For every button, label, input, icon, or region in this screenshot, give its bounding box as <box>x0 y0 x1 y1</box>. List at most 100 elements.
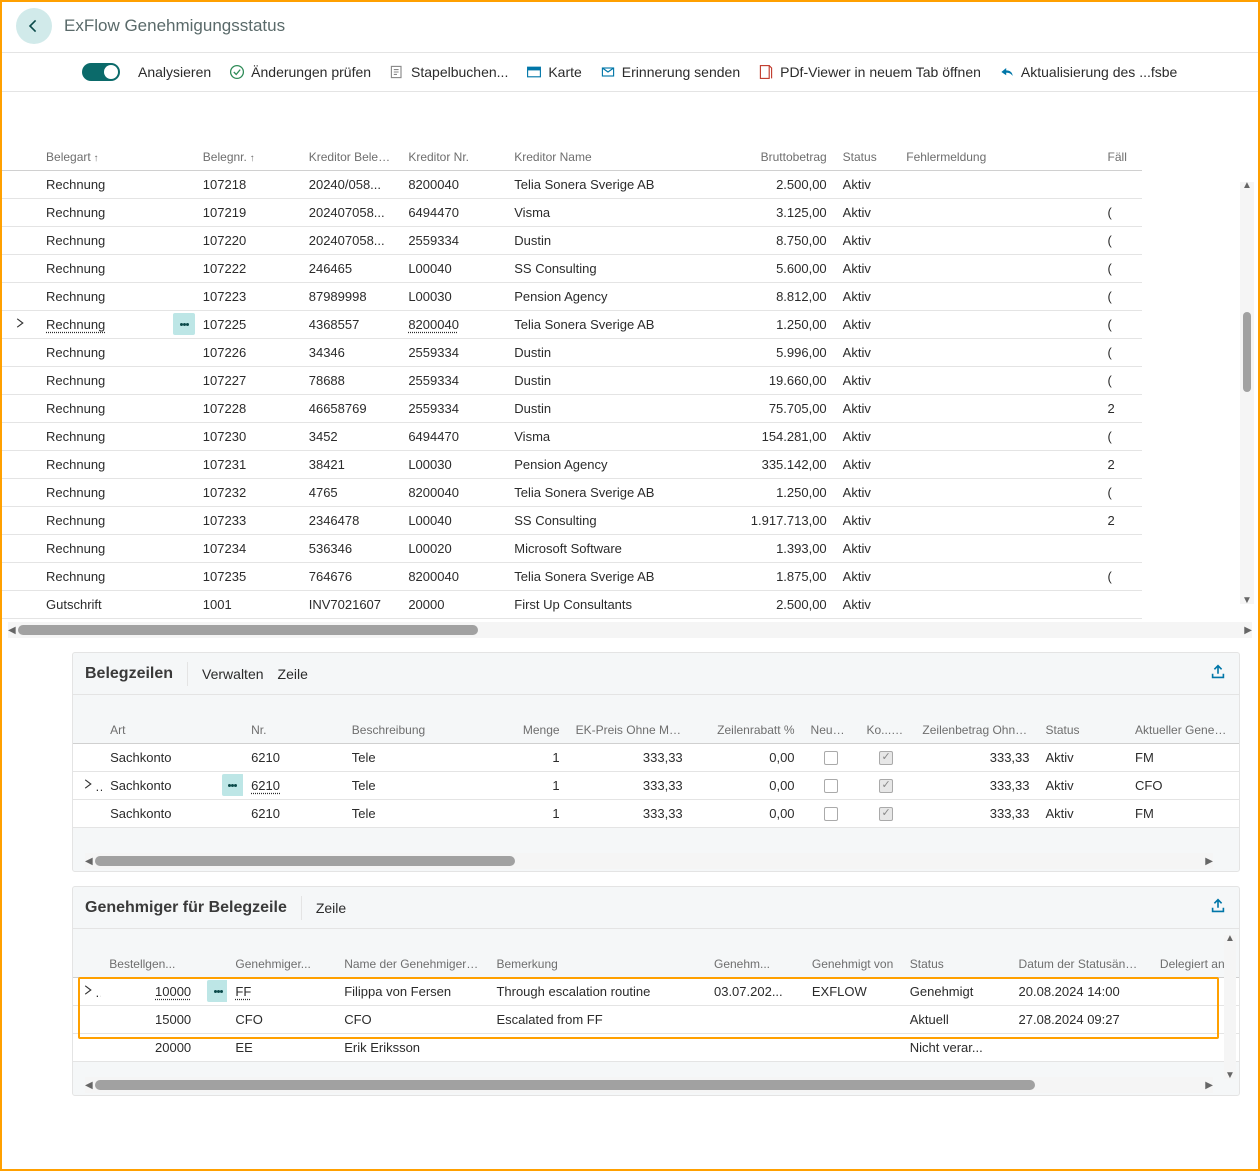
belegzeilen-table[interactable]: Art Nr. Beschreibung Menge EK-Preis Ohne… <box>73 695 1239 828</box>
col-status[interactable]: Status <box>835 122 899 170</box>
col-menge[interactable]: Menge <box>489 695 567 743</box>
table-row[interactable]: Rechnung107220202407058...2559334Dustin8… <box>2 226 1142 254</box>
cell-belegart[interactable]: Rechnung <box>46 401 105 416</box>
cell-code[interactable]: FF <box>235 984 251 999</box>
table-row[interactable]: 10000FFFilippa von FersenThrough escalat… <box>73 977 1239 1005</box>
col-bz-status[interactable]: Status <box>1038 695 1128 743</box>
main-scrollbar-vertical[interactable]: ▲ ▼ <box>1240 182 1254 604</box>
genehmiger-zeile[interactable]: Zeile <box>316 900 346 916</box>
table-row[interactable]: Rechnung10721820240/058...8200040Telia S… <box>2 170 1142 198</box>
cell-krednr[interactable]: 2559334 <box>408 233 459 248</box>
col-fehler[interactable]: Fehlermeldung <box>898 122 1099 170</box>
col-bestell[interactable]: Bestellgen... <box>101 929 199 977</box>
cell-krednr[interactable]: L00020 <box>408 541 451 556</box>
cell-belegart[interactable]: Rechnung <box>46 205 105 220</box>
table-row[interactable]: Sachkonto6210Tele1333,330,00333,33AktivF… <box>73 799 1239 827</box>
table-row[interactable]: Rechnung10723034526494470Visma154.281,00… <box>2 422 1142 450</box>
table-row[interactable]: Rechnung1072332346478L00040SS Consulting… <box>2 506 1142 534</box>
col-rabatt[interactable]: Zeilenrabatt % <box>691 695 803 743</box>
cell-krednr[interactable]: L00030 <box>408 289 451 304</box>
table-row[interactable]: Gutschrift1001INV702160720000First Up Co… <box>2 590 1142 618</box>
genehmiger-share[interactable] <box>1209 897 1227 918</box>
table-row[interactable]: Rechnung10723138421L00030Pension Agency3… <box>2 450 1142 478</box>
table-row[interactable]: Rechnung107219202407058...6494470Visma3.… <box>2 198 1142 226</box>
col-code[interactable]: Genehmiger... <box>227 929 336 977</box>
belegzeilen-share[interactable] <box>1209 663 1227 684</box>
table-row[interactable]: 20000EEErik ErikssonNicht verar... <box>73 1033 1239 1061</box>
col-neue[interactable]: Neue Zeile <box>803 695 859 743</box>
cell-krednr[interactable]: L00040 <box>408 513 451 528</box>
cell-krednr[interactable]: 6494470 <box>408 205 459 220</box>
table-row[interactable]: Rechnung107227786882559334Dustin19.660,0… <box>2 366 1142 394</box>
col-ekpreis[interactable]: EK-Preis Ohne MwSt. <box>568 695 691 743</box>
checkbox-neue-zeile[interactable] <box>824 751 838 765</box>
cell-nr[interactable]: 6210 <box>251 778 280 793</box>
analyze-toggle[interactable] <box>82 63 120 81</box>
belegzeilen-zeile[interactable]: Zeile <box>278 666 308 682</box>
documents-table[interactable]: Belegart Belegnr. Kreditor Belegnr. Kred… <box>2 122 1142 619</box>
genehmiger-table[interactable]: Bestellgen... Genehmiger... Name der Gen… <box>73 929 1239 1062</box>
cell-belegart[interactable]: Rechnung <box>46 457 105 472</box>
col-bemerkung[interactable]: Bemerkung <box>488 929 706 977</box>
scroll-thumb[interactable] <box>95 856 515 866</box>
main-scrollbar-horizontal[interactable]: ◀ ▶ <box>8 622 1252 638</box>
cell-belegart[interactable]: Rechnung <box>46 177 105 192</box>
table-row[interactable]: Rechnung107226343462559334Dustin5.996,00… <box>2 338 1142 366</box>
col-genehmiger[interactable]: Aktueller Genehmiger <box>1127 695 1239 743</box>
toolbar-pdf[interactable]: PDf-Viewer in neuem Tab öffnen <box>758 64 981 80</box>
toolbar-analysieren[interactable]: Analysieren <box>138 64 211 80</box>
table-row[interactable]: Sachkonto6210Tele1333,330,00333,33AktivF… <box>73 743 1239 771</box>
back-button[interactable] <box>16 8 52 44</box>
belegzeilen-verwalten[interactable]: Verwalten <box>202 666 263 682</box>
checkbox-neue-zeile[interactable] <box>824 779 838 793</box>
cell-code[interactable]: CFO <box>235 1012 262 1027</box>
col-belegnr[interactable]: Belegnr. <box>195 122 301 170</box>
genehmiger-scrollbar-v[interactable]: ▲ ▼ <box>1224 935 1236 1079</box>
cell-belegart[interactable]: Rechnung <box>46 513 105 528</box>
table-row[interactable]: Rechnung10723247658200040Telia Sonera Sv… <box>2 478 1142 506</box>
cell-belegart[interactable]: Rechnung <box>46 373 105 388</box>
cell-krednr[interactable]: 8200040 <box>408 485 459 500</box>
col-art[interactable]: Art <box>102 695 214 743</box>
table-row[interactable]: Rechnung10722387989998L00030Pension Agen… <box>2 282 1142 310</box>
cell-belegart[interactable]: Rechnung <box>46 569 105 584</box>
row-more-actions[interactable] <box>207 980 227 1002</box>
table-row[interactable]: Rechnung107222246465L00040SS Consulting5… <box>2 254 1142 282</box>
cell-krednr[interactable]: L00040 <box>408 261 451 276</box>
col-datum[interactable]: Datum der Statusänderung <box>1011 929 1152 977</box>
col-genehm[interactable]: Genehm... <box>706 929 804 977</box>
cell-krednr[interactable]: 20000 <box>408 597 444 612</box>
cell-belegart[interactable]: Rechnung <box>46 485 105 500</box>
toolbar-aenderungen[interactable]: Änderungen prüfen <box>229 64 371 80</box>
toolbar-stapel[interactable]: Stapelbuchen... <box>389 64 508 80</box>
col-beschreibung[interactable]: Beschreibung <box>344 695 489 743</box>
cell-belegart[interactable]: Rechnung <box>46 429 105 444</box>
col-fall[interactable]: Fäll <box>1100 122 1142 170</box>
cell-belegart[interactable]: Gutschrift <box>46 597 102 612</box>
toolbar-aktualisierung[interactable]: Aktualisierung des ...fsbe <box>999 64 1177 80</box>
col-genehmvon[interactable]: Genehmigt von <box>804 929 902 977</box>
col-belegart[interactable]: Belegart <box>38 122 165 170</box>
checkbox-neue-zeile[interactable] <box>824 807 838 821</box>
cell-krednr[interactable]: 8200040 <box>408 177 459 192</box>
col-krednr[interactable]: Kreditor Nr. <box>400 122 506 170</box>
cell-bestell[interactable]: 10000 <box>155 984 191 999</box>
col-nr[interactable]: Nr. <box>243 695 344 743</box>
col-g-status[interactable]: Status <box>902 929 1011 977</box>
row-more-actions[interactable] <box>222 774 243 796</box>
cell-krednr[interactable]: 8200040 <box>408 569 459 584</box>
table-row[interactable]: 15000CFOCFOEscalated from FFAktuell27.08… <box>73 1005 1239 1033</box>
cell-bestell[interactable]: 15000 <box>155 1012 191 1027</box>
scroll-thumb[interactable] <box>95 1080 1035 1090</box>
cell-bestell[interactable]: 20000 <box>155 1040 191 1055</box>
col-ko[interactable]: Ko... in Gen... <box>858 695 914 743</box>
checkbox-ko-gen[interactable] <box>879 779 893 793</box>
col-gruppe[interactable]: Name der Genehmigergruppe <box>336 929 488 977</box>
cell-nr[interactable]: 6210 <box>251 806 280 821</box>
col-brutto[interactable]: Bruttobetrag <box>729 122 835 170</box>
checkbox-ko-gen[interactable] <box>879 807 893 821</box>
cell-krednr[interactable]: 6494470 <box>408 429 459 444</box>
table-row[interactable]: Rechnung10722543685578200040Telia Sonera… <box>2 310 1142 338</box>
scroll-thumb[interactable] <box>1243 312 1251 392</box>
cell-krednr[interactable]: 2559334 <box>408 373 459 388</box>
